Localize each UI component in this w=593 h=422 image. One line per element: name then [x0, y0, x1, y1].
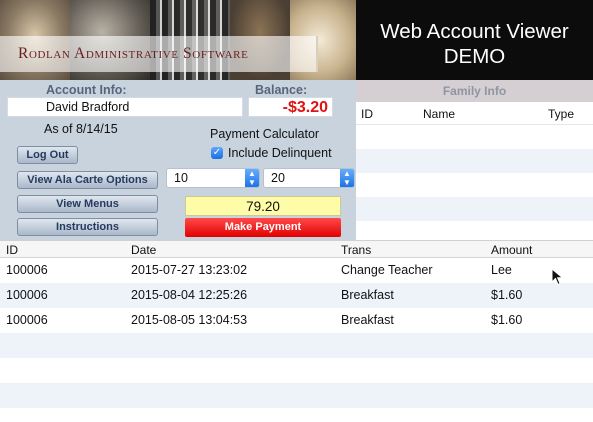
empty-row: [0, 333, 593, 358]
app-title: Web Account Viewer DEMO: [380, 20, 569, 68]
family-col-name[interactable]: Name: [423, 107, 455, 121]
family-table: ID Name Type: [356, 102, 593, 240]
family-table-header: ID Name Type: [356, 102, 593, 125]
transactions-header: ID Date Trans Amount: [0, 240, 593, 258]
cell-amount: $1.60: [491, 288, 523, 302]
cell-date: 2015-08-05 13:04:53: [131, 313, 248, 327]
account-info-label: Account Info:: [46, 83, 127, 97]
view-ala-carte-button[interactable]: View Ala Carte Options: [17, 171, 158, 189]
trans-col-id[interactable]: ID: [6, 243, 18, 257]
transactions-table: 100006 2015-07-27 13:23:02 Change Teache…: [0, 258, 593, 422]
family-col-id[interactable]: ID: [361, 107, 373, 121]
family-row-empty: [356, 149, 593, 173]
include-delinquent-label: Include Delinquent: [228, 146, 332, 160]
payment-calculator-label: Payment Calculator: [210, 127, 320, 141]
table-row[interactable]: 100006 2015-07-27 13:23:02 Change Teache…: [0, 258, 593, 283]
updown-arrows-icon[interactable]: ▲ ▼: [340, 169, 354, 187]
family-row-empty: [356, 197, 593, 221]
balance-value: -$3.20: [248, 97, 333, 117]
cell-amount: $1.60: [491, 313, 523, 327]
trans-col-amount[interactable]: Amount: [491, 243, 532, 257]
cell-amount: Lee: [491, 263, 512, 277]
empty-row: [0, 358, 593, 383]
cell-trans: Change Teacher: [341, 263, 433, 277]
title-bar: Web Account Viewer DEMO: [356, 0, 593, 80]
account-name-field: David Bradford: [7, 97, 243, 117]
cell-date: 2015-08-04 12:25:26: [131, 288, 248, 302]
trans-col-trans[interactable]: Trans: [341, 243, 371, 257]
cell-id: 100006: [6, 288, 48, 302]
family-col-type[interactable]: Type: [548, 107, 574, 121]
cell-trans: Breakfast: [341, 313, 394, 327]
cell-id: 100006: [6, 313, 48, 327]
table-row[interactable]: 100006 2015-08-05 13:04:53 Breakfast $1.…: [0, 308, 593, 333]
as-of-date: As of 8/14/15: [44, 122, 118, 136]
include-delinquent-checkbox[interactable]: ✓ Include Delinquent: [211, 146, 332, 160]
mouse-pointer-icon: [551, 268, 564, 286]
checkmark-icon[interactable]: ✓: [211, 147, 223, 159]
view-menus-button[interactable]: View Menus: [17, 195, 158, 213]
payment-stepper-b[interactable]: 20 ▲ ▼: [263, 168, 355, 188]
logout-button[interactable]: Log Out: [17, 146, 78, 164]
cell-id: 100006: [6, 263, 48, 277]
cell-trans: Breakfast: [341, 288, 394, 302]
family-info-title: Family Info: [356, 80, 593, 102]
table-row[interactable]: 100006 2015-08-04 12:25:26 Breakfast $1.…: [0, 283, 593, 308]
updown-arrows-icon[interactable]: ▲ ▼: [245, 169, 259, 187]
stepper-a-value: 10: [174, 171, 188, 185]
header-banner: Rodlan Administrative Software: [0, 0, 356, 80]
empty-row: [0, 383, 593, 408]
calculator-result: 79.20: [185, 196, 341, 216]
payment-stepper-a[interactable]: 10 ▲ ▼: [166, 168, 260, 188]
instructions-button[interactable]: Instructions: [17, 218, 158, 236]
balance-label: Balance:: [255, 83, 308, 97]
stepper-b-value: 20: [271, 171, 285, 185]
trans-col-date[interactable]: Date: [131, 243, 156, 257]
make-payment-button[interactable]: Make Payment: [185, 218, 341, 237]
cell-date: 2015-07-27 13:23:02: [131, 263, 248, 277]
company-name: Rodlan Administrative Software: [18, 45, 249, 62]
